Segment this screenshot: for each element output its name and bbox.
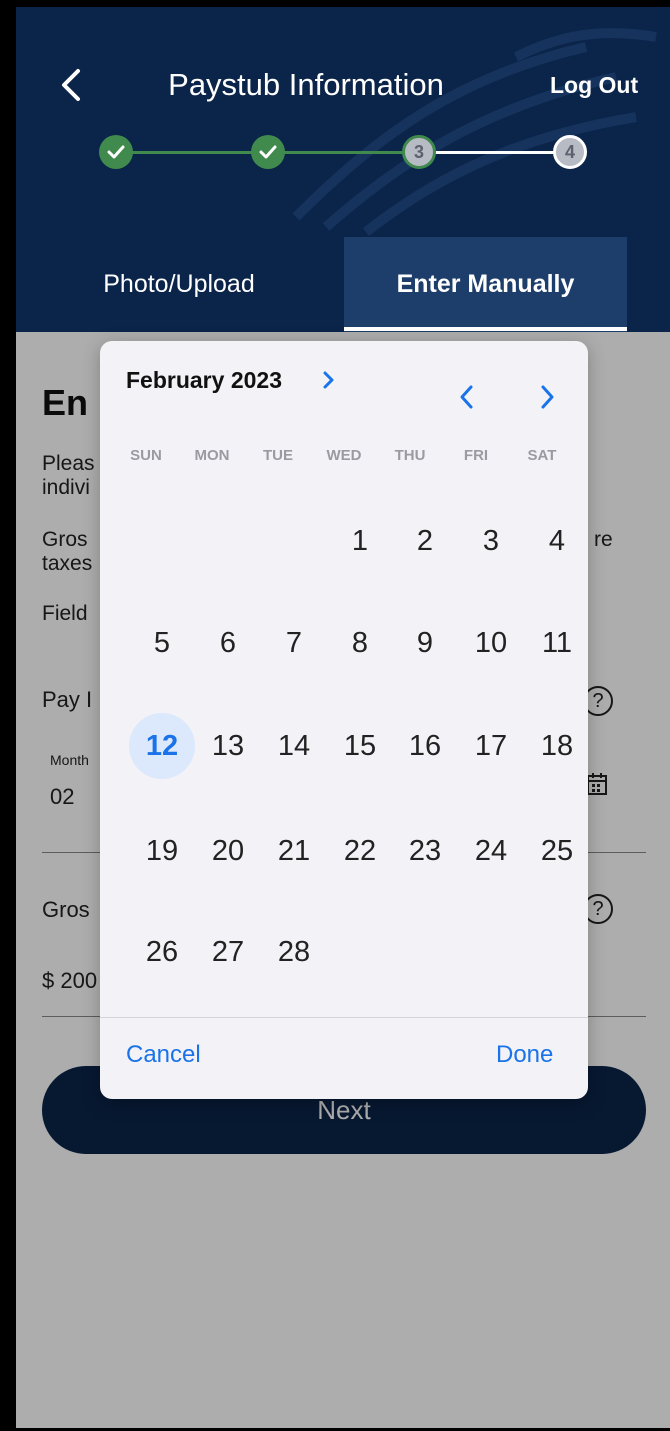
step-2-complete — [251, 135, 285, 169]
header: Paystub Information Log Out 3 4 — [16, 7, 670, 237]
calendar-day[interactable]: 1 — [327, 508, 393, 574]
weekday-header: THU — [394, 447, 426, 464]
date-picker: February 2023 SUN MON TUE WED THU FRI SA… — [100, 341, 588, 1099]
eagle-watermark-icon — [292, 28, 657, 236]
page-title: Paystub Information — [168, 67, 444, 102]
calendar-day[interactable]: 17 — [458, 713, 524, 779]
weekday-header: TUE — [263, 447, 293, 464]
calendar-day[interactable]: 27 — [195, 919, 261, 985]
step-4-upcoming: 4 — [553, 135, 587, 169]
calendar-day[interactable]: 9 — [392, 610, 458, 676]
tab-enter-manually[interactable]: Enter Manually — [344, 237, 627, 332]
check-icon — [259, 145, 277, 159]
active-tab-indicator — [344, 327, 627, 331]
cancel-button[interactable]: Cancel — [126, 1041, 201, 1069]
month-year-title[interactable]: February 2023 — [126, 367, 282, 394]
step-connector — [116, 151, 266, 154]
calendar-day[interactable]: 6 — [195, 610, 261, 676]
calendar-day[interactable]: 19 — [129, 818, 195, 884]
weekday-header: SUN — [130, 447, 162, 464]
step-3-current: 3 — [402, 135, 436, 169]
calendar-day[interactable]: 11 — [524, 610, 590, 676]
back-chevron-icon[interactable] — [54, 65, 88, 105]
chevron-right-icon[interactable] — [322, 369, 336, 391]
calendar-day[interactable]: 25 — [524, 818, 590, 884]
tab-photo-upload[interactable]: Photo/Upload — [16, 237, 342, 332]
weekday-header: FRI — [463, 447, 489, 464]
picker-divider — [100, 1017, 588, 1018]
calendar-day[interactable]: 15 — [327, 713, 393, 779]
app-frame: Paystub Information Log Out 3 4 Photo/Up… — [16, 7, 670, 1428]
calendar-day[interactable]: 8 — [327, 610, 393, 676]
calendar-day[interactable]: 16 — [392, 713, 458, 779]
weekday-header: WED — [326, 447, 362, 464]
calendar-day[interactable]: 3 — [458, 508, 524, 574]
step-1-complete — [99, 135, 133, 169]
calendar-day-selected[interactable]: 12 — [129, 713, 195, 779]
calendar-day[interactable]: 21 — [261, 818, 327, 884]
calendar-day[interactable]: 24 — [458, 818, 524, 884]
calendar-day[interactable]: 7 — [261, 610, 327, 676]
calendar-day[interactable]: 26 — [129, 919, 195, 985]
calendar-day[interactable]: 13 — [195, 713, 261, 779]
calendar-day[interactable]: 10 — [458, 610, 524, 676]
calendar-day[interactable]: 2 — [392, 508, 458, 574]
calendar-day[interactable]: 5 — [129, 610, 195, 676]
step-connector — [266, 151, 416, 154]
calendar-day[interactable]: 4 — [524, 508, 590, 574]
calendar-day[interactable]: 18 — [524, 713, 590, 779]
weekday-header: MON — [194, 447, 230, 464]
calendar-day[interactable]: 28 — [261, 919, 327, 985]
step-connector — [416, 151, 566, 154]
check-icon — [107, 145, 125, 159]
weekday-header: SAT — [527, 447, 557, 464]
calendar-day[interactable]: 14 — [261, 713, 327, 779]
logout-button[interactable]: Log Out — [550, 69, 638, 101]
calendar-day[interactable]: 20 — [195, 818, 261, 884]
previous-month-icon[interactable] — [456, 383, 478, 411]
calendar-day[interactable]: 22 — [327, 818, 393, 884]
next-month-icon[interactable] — [536, 383, 558, 411]
done-button[interactable]: Done — [496, 1041, 553, 1069]
progress-stepper: 3 4 — [16, 129, 670, 175]
entry-mode-tabs: Photo/Upload Enter Manually — [16, 237, 670, 332]
calendar-day[interactable]: 23 — [392, 818, 458, 884]
